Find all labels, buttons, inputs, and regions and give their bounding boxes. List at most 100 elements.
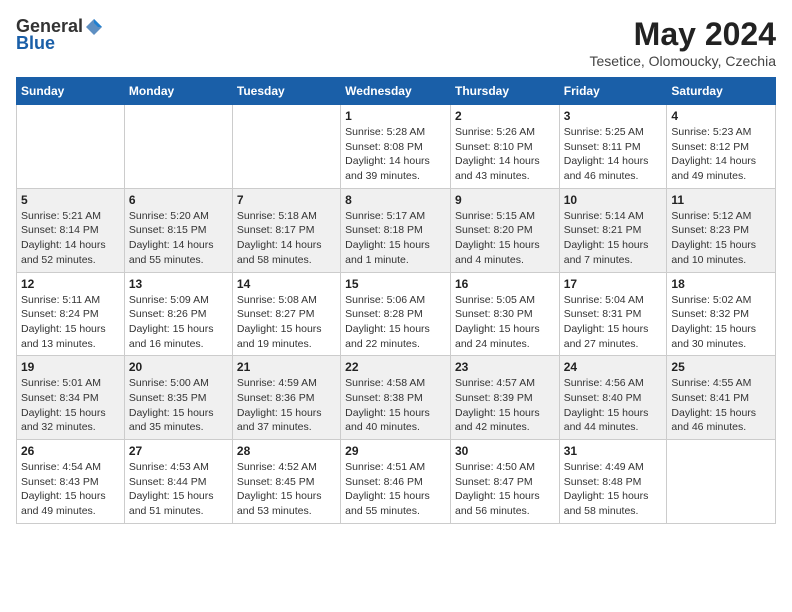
calendar-cell: 15Sunrise: 5:06 AM Sunset: 8:28 PM Dayli…: [341, 272, 451, 356]
calendar-cell: 31Sunrise: 4:49 AM Sunset: 8:48 PM Dayli…: [559, 440, 667, 524]
calendar-cell: 6 Sunrise: 5:20 AM Sunset: 8:15 PM Daylig…: [124, 188, 232, 272]
calendar-cell: 2 Sunrise: 5:26 AM Sunset: 8:10 PM Daylig…: [450, 105, 559, 189]
logo-blue: Blue: [16, 33, 55, 54]
day-info: Sunrise: 4:56 AM Sunset: 8:40 PM Dayligh…: [564, 376, 663, 435]
day-info: Sunrise: 5:00 AM Sunset: 8:35 PM Dayligh…: [129, 376, 228, 435]
calendar-cell: 19Sunrise: 5:01 AM Sunset: 8:34 PM Dayli…: [17, 356, 125, 440]
calendar-cell: 8Sunrise: 5:17 AM Sunset: 8:18 PM Daylig…: [341, 188, 451, 272]
calendar-cell: 9 Sunrise: 5:15 AM Sunset: 8:20 PM Daylig…: [450, 188, 559, 272]
calendar-cell: [667, 440, 776, 524]
calendar-cell: 29 Sunrise: 4:51 AM Sunset: 8:46 PM Dayli…: [341, 440, 451, 524]
calendar-cell: 11 Sunrise: 5:12 AM Sunset: 8:23 PM Dayli…: [667, 188, 776, 272]
calendar-week-row: 19Sunrise: 5:01 AM Sunset: 8:34 PM Dayli…: [17, 356, 776, 440]
calendar-cell: 20Sunrise: 5:00 AM Sunset: 8:35 PM Dayli…: [124, 356, 232, 440]
day-info: Sunrise: 4:58 AM Sunset: 8:38 PM Dayligh…: [345, 376, 446, 435]
calendar-cell: 3 Sunrise: 5:25 AM Sunset: 8:11 PM Daylig…: [559, 105, 667, 189]
day-number: 24: [564, 360, 663, 374]
day-info: Sunrise: 4:51 AM Sunset: 8:46 PM Dayligh…: [345, 460, 446, 519]
day-number: 3: [564, 109, 663, 123]
day-info: Sunrise: 5:18 AM Sunset: 8:17 PM Dayligh…: [237, 209, 336, 268]
day-of-week-header: Sunday: [17, 78, 125, 105]
day-info: Sunrise: 5:26 AM Sunset: 8:10 PM Dayligh…: [455, 125, 555, 184]
calendar-week-row: 5 Sunrise: 5:21 AM Sunset: 8:14 PM Daylig…: [17, 188, 776, 272]
calendar-cell: 26 Sunrise: 4:54 AM Sunset: 8:43 PM Dayli…: [17, 440, 125, 524]
day-number: 16: [455, 277, 555, 291]
calendar-cell: 4 Sunrise: 5:23 AM Sunset: 8:12 PM Daylig…: [667, 105, 776, 189]
calendar-body: 1 Sunrise: 5:28 AM Sunset: 8:08 PM Daylig…: [17, 105, 776, 524]
day-of-week-header: Friday: [559, 78, 667, 105]
day-number: 22: [345, 360, 446, 374]
day-info: Sunrise: 4:54 AM Sunset: 8:43 PM Dayligh…: [21, 460, 120, 519]
calendar-cell: 30 Sunrise: 4:50 AM Sunset: 8:47 PM Dayli…: [450, 440, 559, 524]
day-info: Sunrise: 5:01 AM Sunset: 8:34 PM Dayligh…: [21, 376, 120, 435]
calendar-cell: 21Sunrise: 4:59 AM Sunset: 8:36 PM Dayli…: [232, 356, 340, 440]
day-info: Sunrise: 5:28 AM Sunset: 8:08 PM Dayligh…: [345, 125, 446, 184]
day-info: Sunrise: 4:50 AM Sunset: 8:47 PM Dayligh…: [455, 460, 555, 519]
day-number: 12: [21, 277, 120, 291]
day-info: Sunrise: 5:17 AM Sunset: 8:18 PM Dayligh…: [345, 209, 446, 268]
calendar-cell: 1 Sunrise: 5:28 AM Sunset: 8:08 PM Daylig…: [341, 105, 451, 189]
day-info: Sunrise: 5:14 AM Sunset: 8:21 PM Dayligh…: [564, 209, 663, 268]
calendar-cell: 7 Sunrise: 5:18 AM Sunset: 8:17 PM Daylig…: [232, 188, 340, 272]
calendar-header: SundayMondayTuesdayWednesdayThursdayFrid…: [17, 78, 776, 105]
logo-icon: [84, 17, 104, 37]
day-info: Sunrise: 5:11 AM Sunset: 8:24 PM Dayligh…: [21, 293, 120, 352]
day-info: Sunrise: 5:12 AM Sunset: 8:23 PM Dayligh…: [671, 209, 771, 268]
day-number: 7: [237, 193, 336, 207]
day-of-week-header: Monday: [124, 78, 232, 105]
day-of-week-header: Thursday: [450, 78, 559, 105]
day-info: Sunrise: 5:04 AM Sunset: 8:31 PM Dayligh…: [564, 293, 663, 352]
day-info: Sunrise: 5:02 AM Sunset: 8:32 PM Dayligh…: [671, 293, 771, 352]
title-area: May 2024 Tesetice, Olomoucky, Czechia: [590, 16, 776, 69]
day-info: Sunrise: 5:25 AM Sunset: 8:11 PM Dayligh…: [564, 125, 663, 184]
calendar-cell: [232, 105, 340, 189]
day-number: 6: [129, 193, 228, 207]
month-year: May 2024: [590, 16, 776, 53]
calendar-cell: 28Sunrise: 4:52 AM Sunset: 8:45 PM Dayli…: [232, 440, 340, 524]
day-number: 28: [237, 444, 336, 458]
day-number: 1: [345, 109, 446, 123]
calendar-week-row: 26 Sunrise: 4:54 AM Sunset: 8:43 PM Dayli…: [17, 440, 776, 524]
day-info: Sunrise: 5:15 AM Sunset: 8:20 PM Dayligh…: [455, 209, 555, 268]
day-info: Sunrise: 5:08 AM Sunset: 8:27 PM Dayligh…: [237, 293, 336, 352]
day-info: Sunrise: 4:49 AM Sunset: 8:48 PM Dayligh…: [564, 460, 663, 519]
calendar-cell: 22 Sunrise: 4:58 AM Sunset: 8:38 PM Dayli…: [341, 356, 451, 440]
calendar-cell: 10 Sunrise: 5:14 AM Sunset: 8:21 PM Dayli…: [559, 188, 667, 272]
logo: General Blue: [16, 16, 105, 54]
day-number: 9: [455, 193, 555, 207]
day-number: 14: [237, 277, 336, 291]
day-number: 27: [129, 444, 228, 458]
calendar-cell: 23Sunrise: 4:57 AM Sunset: 8:39 PM Dayli…: [450, 356, 559, 440]
day-number: 26: [21, 444, 120, 458]
location: Tesetice, Olomoucky, Czechia: [590, 53, 776, 69]
day-info: Sunrise: 4:55 AM Sunset: 8:41 PM Dayligh…: [671, 376, 771, 435]
day-number: 11: [671, 193, 771, 207]
header-row: SundayMondayTuesdayWednesdayThursdayFrid…: [17, 78, 776, 105]
day-info: Sunrise: 5:20 AM Sunset: 8:15 PM Dayligh…: [129, 209, 228, 268]
day-info: Sunrise: 4:57 AM Sunset: 8:39 PM Dayligh…: [455, 376, 555, 435]
calendar-cell: 17 Sunrise: 5:04 AM Sunset: 8:31 PM Dayli…: [559, 272, 667, 356]
day-number: 2: [455, 109, 555, 123]
day-number: 17: [564, 277, 663, 291]
header: General Blue May 2024 Tesetice, Olomouck…: [16, 16, 776, 69]
day-info: Sunrise: 5:21 AM Sunset: 8:14 PM Dayligh…: [21, 209, 120, 268]
day-of-week-header: Tuesday: [232, 78, 340, 105]
day-info: Sunrise: 5:23 AM Sunset: 8:12 PM Dayligh…: [671, 125, 771, 184]
day-number: 29: [345, 444, 446, 458]
calendar-cell: 16 Sunrise: 5:05 AM Sunset: 8:30 PM Dayli…: [450, 272, 559, 356]
calendar-cell: 13Sunrise: 5:09 AM Sunset: 8:26 PM Dayli…: [124, 272, 232, 356]
day-info: Sunrise: 5:09 AM Sunset: 8:26 PM Dayligh…: [129, 293, 228, 352]
calendar-cell: 27Sunrise: 4:53 AM Sunset: 8:44 PM Dayli…: [124, 440, 232, 524]
day-number: 10: [564, 193, 663, 207]
calendar-cell: [17, 105, 125, 189]
day-number: 18: [671, 277, 771, 291]
calendar-cell: 12 Sunrise: 5:11 AM Sunset: 8:24 PM Dayli…: [17, 272, 125, 356]
day-info: Sunrise: 4:59 AM Sunset: 8:36 PM Dayligh…: [237, 376, 336, 435]
day-number: 4: [671, 109, 771, 123]
day-number: 5: [21, 193, 120, 207]
day-info: Sunrise: 5:06 AM Sunset: 8:28 PM Dayligh…: [345, 293, 446, 352]
calendar-cell: 24 Sunrise: 4:56 AM Sunset: 8:40 PM Dayli…: [559, 356, 667, 440]
day-info: Sunrise: 5:05 AM Sunset: 8:30 PM Dayligh…: [455, 293, 555, 352]
calendar-cell: 25Sunrise: 4:55 AM Sunset: 8:41 PM Dayli…: [667, 356, 776, 440]
day-number: 30: [455, 444, 555, 458]
